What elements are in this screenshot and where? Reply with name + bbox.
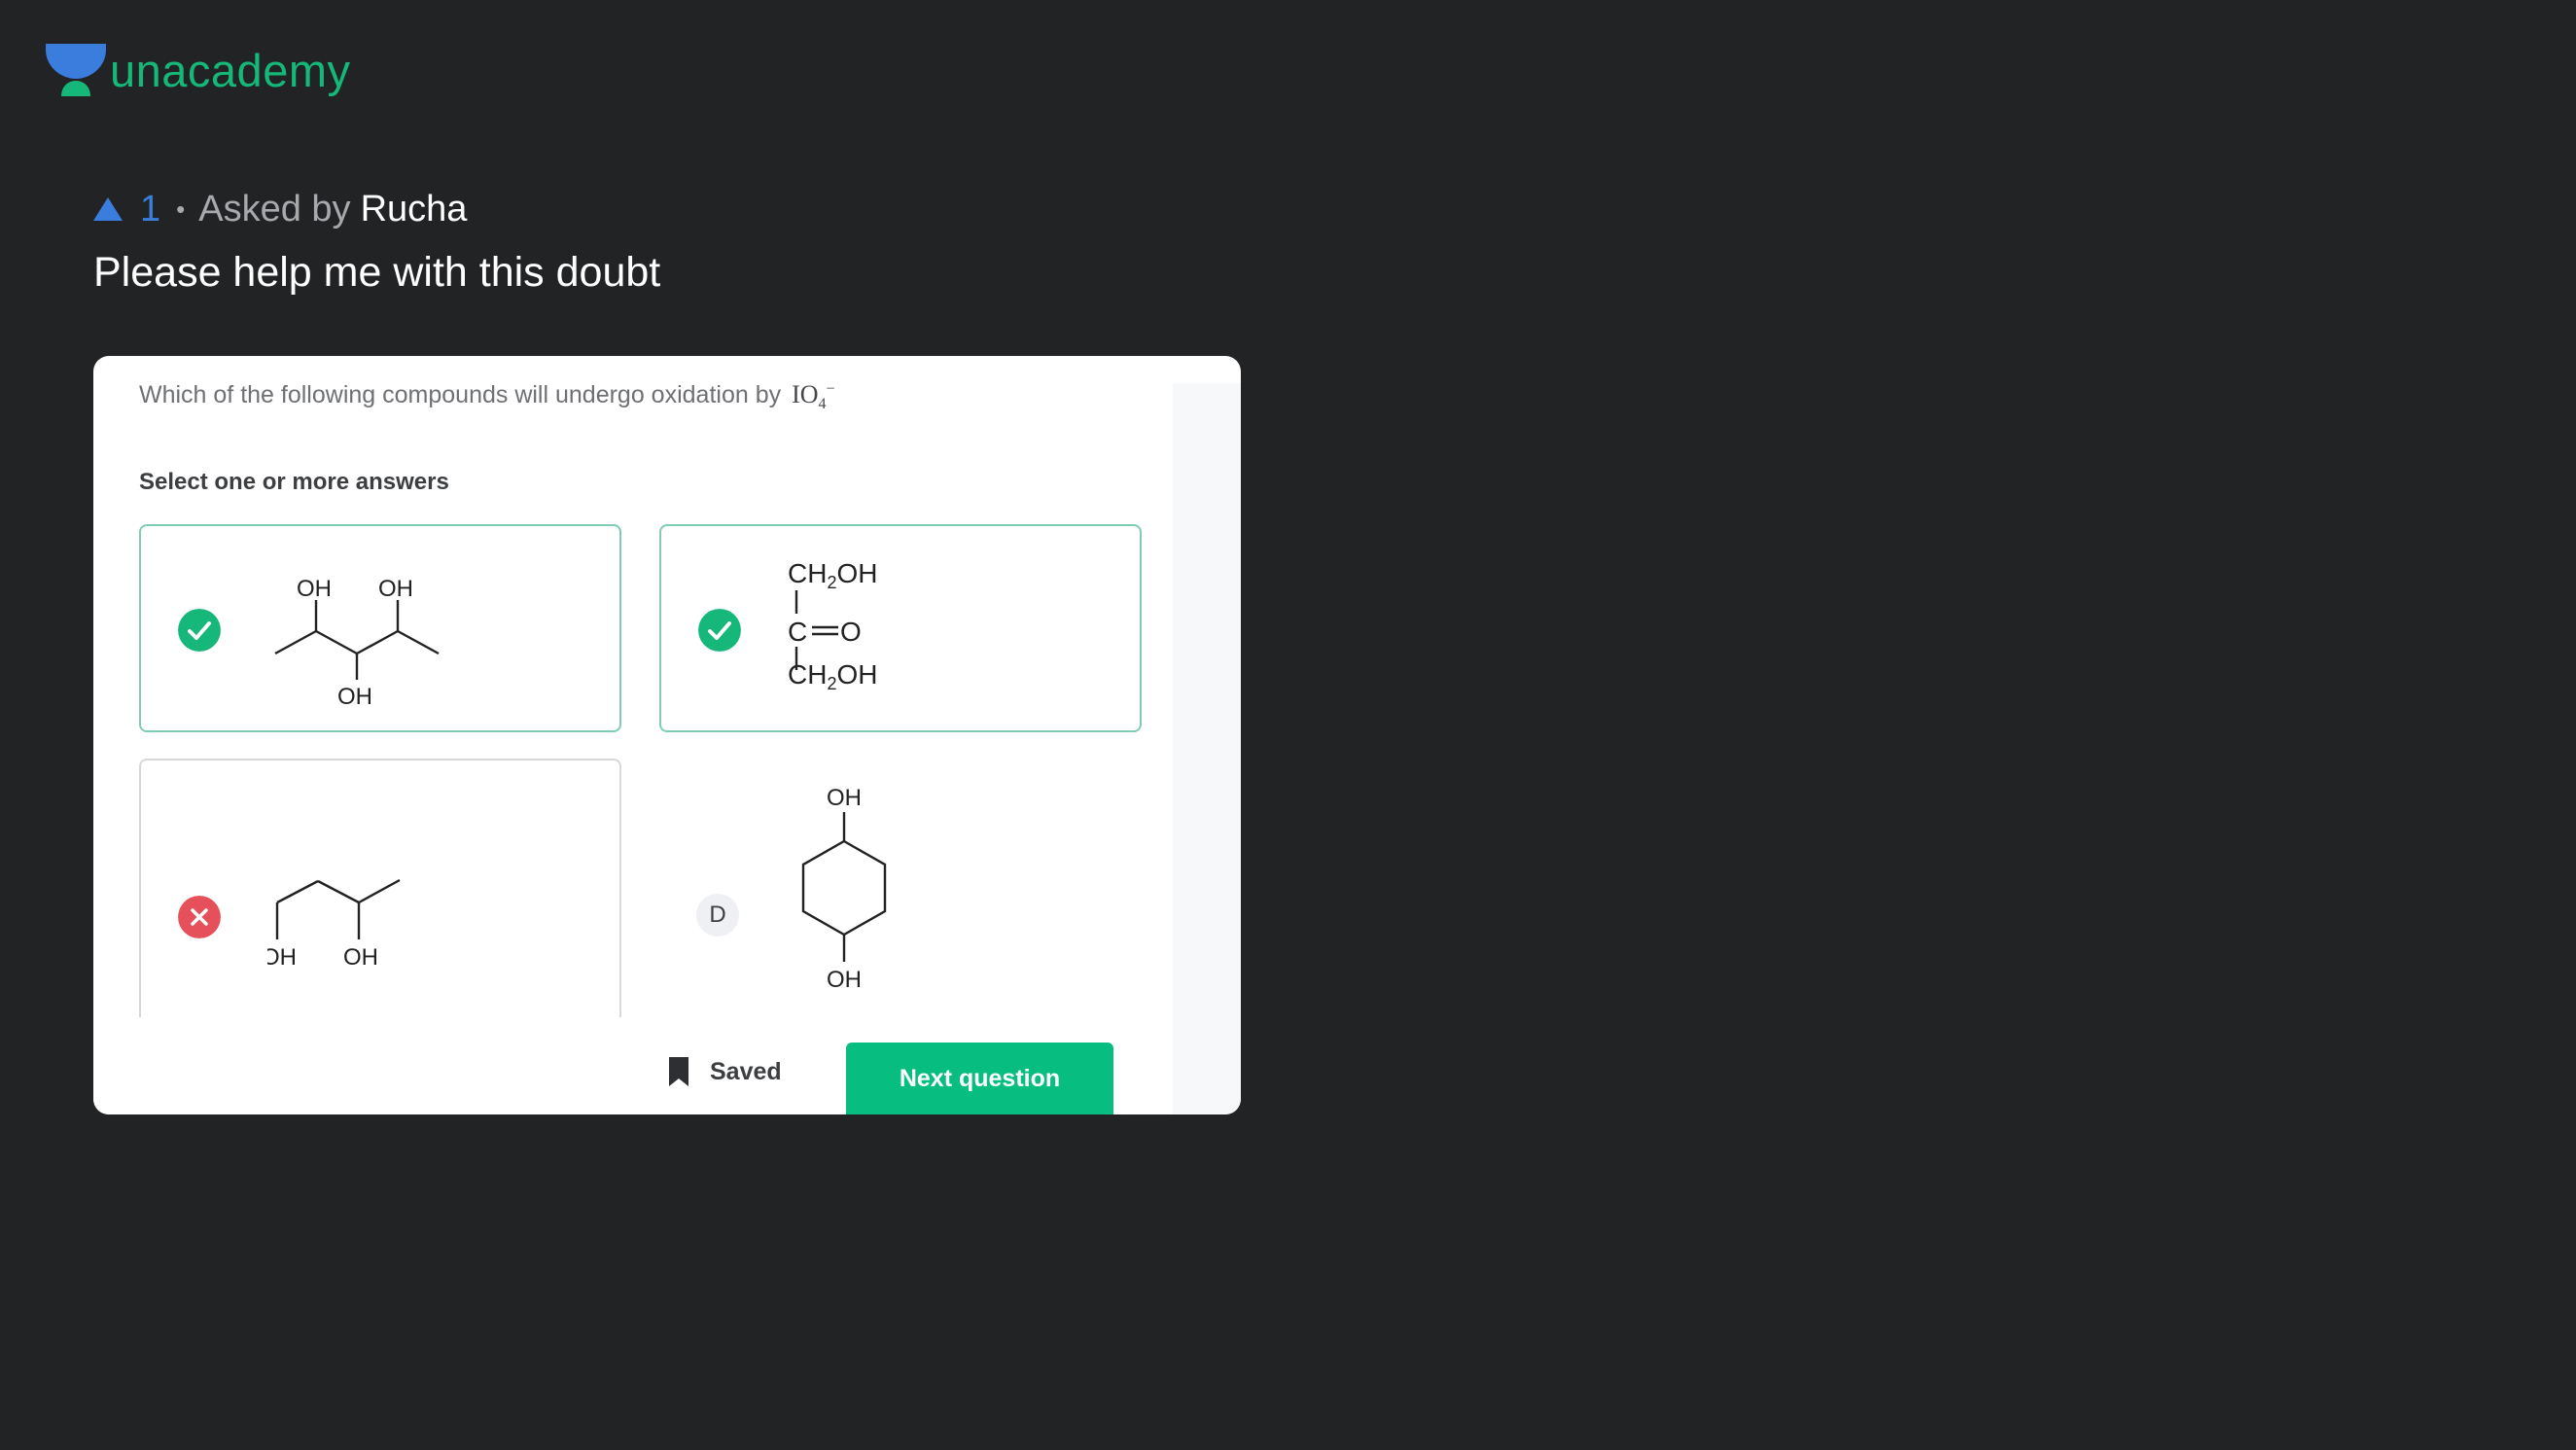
cyclohexanediol-structure: OH OH xyxy=(801,785,887,993)
oh-label: OH xyxy=(827,785,862,811)
question-text: Which of the following compounds will un… xyxy=(139,380,835,413)
oh-label: OH xyxy=(267,944,297,971)
card-scroll-strip xyxy=(1173,383,1241,1114)
unacademy-logo-icon xyxy=(46,44,106,96)
saved-label: Saved xyxy=(710,1057,782,1085)
oh-label: OH xyxy=(378,576,413,602)
oh-label: OH xyxy=(297,576,332,602)
oh-label: OH xyxy=(827,967,862,993)
oh-label: OH xyxy=(337,684,372,709)
option-d[interactable]: D OH OH xyxy=(659,759,1142,993)
subscript-label: 2 xyxy=(827,573,836,592)
c-label: C xyxy=(788,617,807,647)
option-b[interactable]: CH2OH C O CH2OH xyxy=(659,524,1142,732)
formula-main: IO xyxy=(792,380,819,408)
select-instruction: Select one or more answers xyxy=(139,469,449,495)
option-a[interactable]: OH OH OH xyxy=(139,524,621,732)
formula-superscript: − xyxy=(826,380,835,398)
svg-text:CH2OH: CH2OH xyxy=(788,659,877,693)
upvote-count: 1 xyxy=(140,188,161,230)
question-card: Which of the following compounds will un… xyxy=(93,356,1241,1114)
check-circle-icon xyxy=(698,609,741,652)
subscript-label: 2 xyxy=(827,674,836,693)
oh-label: OH xyxy=(343,944,378,971)
meta-separator: • xyxy=(176,194,186,224)
ch-label: CH xyxy=(788,659,827,690)
next-question-button[interactable]: Next question xyxy=(846,1043,1113,1114)
logo-text: unacademy xyxy=(110,44,351,96)
dihydroxyacetone-structure: CH2OH C O CH2OH xyxy=(788,558,877,693)
doubt-title: Please help me with this doubt xyxy=(93,249,661,296)
question-formula: IO4− xyxy=(792,380,835,412)
pentanetriol-structure: OH OH OH xyxy=(274,576,440,709)
check-circle-icon xyxy=(178,609,221,652)
bookmark-icon xyxy=(669,1057,688,1086)
upvote-icon[interactable] xyxy=(93,197,123,221)
question-text-body: Which of the following compounds will un… xyxy=(139,381,782,408)
oh-label: OH xyxy=(836,659,877,690)
asker-name[interactable]: Rucha xyxy=(361,189,468,230)
oh-label: OH xyxy=(836,558,877,588)
option-letter-badge: D xyxy=(696,894,739,937)
unacademy-logo[interactable]: unacademy xyxy=(46,41,351,99)
formula-subscript: 4 xyxy=(818,396,827,413)
saved-button[interactable]: Saved xyxy=(667,1043,782,1101)
doubt-meta: 1 • Asked by Rucha xyxy=(93,185,467,233)
ch-label: CH xyxy=(788,558,827,588)
asked-by-label: Asked by xyxy=(198,188,351,230)
svg-text:CH2OH: CH2OH xyxy=(788,558,877,592)
o-label: O xyxy=(840,617,862,647)
cross-circle-icon xyxy=(178,896,221,938)
butanediol-structure: OH OH xyxy=(267,878,401,971)
option-c[interactable]: OH OH xyxy=(139,759,621,1031)
